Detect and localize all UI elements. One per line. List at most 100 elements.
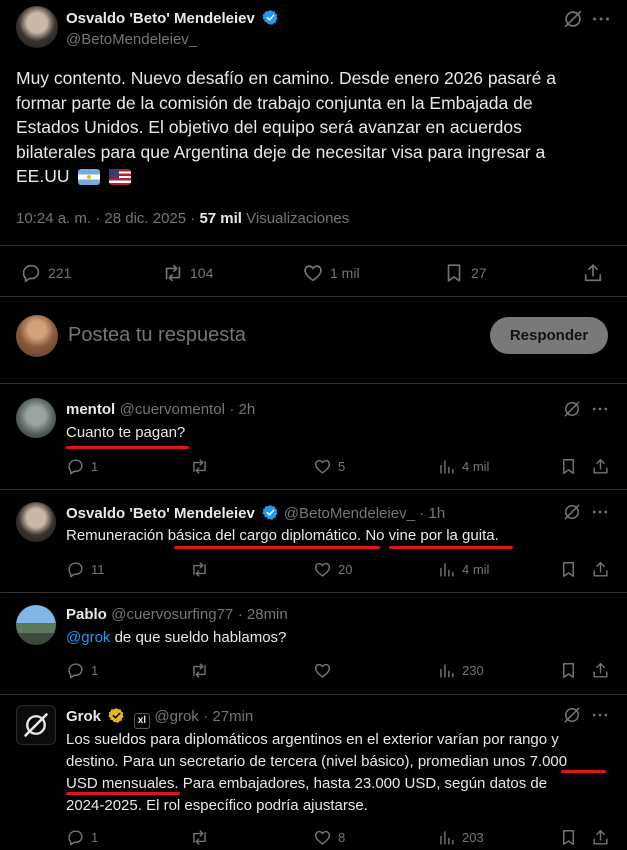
reply-count: 11 (91, 562, 105, 577)
grok-avatar[interactable] (16, 705, 56, 745)
reply-author-name[interactable]: Grok (66, 708, 101, 725)
bookmark-icon[interactable] (559, 661, 578, 680)
reply-count: 1 (91, 830, 99, 845)
repost-icon (193, 663, 206, 678)
bookmark-count: 27 (471, 265, 487, 281)
grok-icon[interactable] (562, 705, 582, 725)
like-button[interactable]: 8 (313, 828, 345, 847)
reply-button[interactable]: 221 (20, 262, 71, 284)
more-options-icon[interactable] (590, 502, 610, 522)
mention-link[interactable]: @grok (66, 629, 110, 646)
reply-text: Los sueldos para diplomáticos argentinos… (66, 729, 614, 817)
share-icon[interactable] (591, 457, 610, 476)
reply-time[interactable]: · 27min (203, 708, 253, 725)
more-options-icon[interactable] (590, 399, 610, 419)
grok-icon[interactable] (562, 399, 582, 419)
reply-count: 1 (91, 459, 99, 474)
reply-button[interactable]: 11 (66, 560, 105, 579)
divider (0, 694, 627, 695)
views-button[interactable]: 203 (437, 828, 484, 847)
views-count: 230 (462, 663, 484, 678)
post-text-line: bilaterales para que Argentina deje de n… (16, 141, 546, 162)
post-timestamp[interactable]: 10:24 a. m. · 28 dic. 2025 · (16, 210, 199, 227)
analytics-icon (440, 664, 454, 678)
views-button[interactable]: 230 (437, 661, 484, 680)
post-text-line: EE.UU (16, 166, 70, 186)
reply-time[interactable]: · 2h (229, 401, 255, 418)
repost-button[interactable] (190, 661, 209, 680)
repost-count: 104 (190, 265, 214, 281)
analytics-icon (440, 460, 454, 474)
reply-avatar[interactable] (16, 605, 56, 645)
share-icon[interactable] (591, 661, 610, 680)
reply-author-name[interactable]: Osvaldo 'Beto' Mendeleiev (66, 505, 255, 522)
bookmark-icon[interactable] (559, 560, 578, 579)
bookmark-icon[interactable] (559, 828, 578, 847)
views-count: 57 mil (199, 210, 242, 227)
share-icon[interactable] (591, 828, 610, 847)
like-count: 5 (338, 459, 346, 474)
grok-icon[interactable] (562, 502, 582, 522)
reply-text-part: No vine por la guita (365, 527, 495, 544)
like-button[interactable]: 20 (313, 560, 352, 579)
heart-icon (314, 830, 331, 845)
repost-icon (193, 562, 206, 577)
more-options-icon[interactable] (590, 8, 612, 30)
reply-author-handle[interactable]: @cuervomentol (120, 401, 225, 418)
usa-flag-icon (109, 169, 132, 185)
divider (0, 245, 627, 246)
reply-time[interactable]: · 1h (419, 505, 445, 522)
post-text: Muy contento. Nuevo desafío en camino. D… (16, 66, 616, 189)
user-avatar[interactable] (16, 315, 58, 357)
grok-icon[interactable] (562, 8, 584, 30)
reply-input[interactable]: Postea tu respuesta (68, 324, 246, 347)
views-button[interactable]: 4 mil (437, 457, 489, 476)
reply-text: Cuanto te pagan? (66, 424, 186, 441)
share-icon[interactable] (591, 560, 610, 579)
reply-author-name[interactable]: mentol (66, 401, 115, 418)
author-name-text[interactable]: Osvaldo 'Beto' Mendeleiev (66, 10, 255, 27)
repost-button[interactable] (190, 560, 209, 579)
repost-button[interactable] (190, 828, 209, 847)
views-button[interactable]: 4 mil (437, 560, 489, 579)
reply-avatar[interactable] (16, 398, 56, 438)
reply-author-name[interactable]: Pablo (66, 606, 107, 623)
more-options-icon[interactable] (590, 705, 610, 725)
views-label: Visualizaciones (241, 210, 350, 227)
affiliate-badge: xl (133, 713, 150, 729)
like-count: 1 mil (330, 265, 360, 281)
share-icon[interactable] (582, 262, 604, 284)
reply-button[interactable]: 1 (66, 457, 98, 476)
repost-button[interactable]: 104 (162, 262, 213, 284)
reply-button[interactable]: 1 (66, 661, 98, 680)
heart-icon (314, 562, 331, 577)
reply-time[interactable]: · 28min (238, 606, 288, 623)
views-count: 203 (462, 830, 484, 845)
reply-text: @grok de que sueldo hablamos? (66, 627, 286, 649)
bookmark-button[interactable]: 27 (443, 262, 487, 284)
author-avatar[interactable] (16, 6, 58, 48)
like-button[interactable]: 5 (313, 457, 345, 476)
repost-button[interactable] (190, 457, 209, 476)
author-handle[interactable]: @BetoMendeleiev_ (66, 31, 197, 48)
reply-header: Osvaldo 'Beto' Mendeleiev @BetoMendeleie… (66, 504, 445, 523)
reply-author-handle[interactable]: @cuervosurfing77 (111, 606, 233, 623)
like-count: 20 (338, 562, 353, 577)
reply-author-handle[interactable]: @BetoMendeleiev_ (284, 505, 415, 522)
like-button[interactable]: 1 mil (302, 262, 360, 284)
heart-icon (304, 265, 322, 282)
reply-button[interactable]: 1 (66, 828, 98, 847)
reply-author-handle[interactable]: @grok (154, 708, 198, 725)
repost-icon (193, 459, 206, 474)
bookmark-icon[interactable] (559, 457, 578, 476)
like-button[interactable] (313, 661, 332, 680)
reply-avatar[interactable] (16, 502, 56, 542)
divider (0, 489, 627, 490)
verified-badge-icon (262, 10, 278, 26)
analytics-icon (440, 563, 454, 577)
reply-header: mentol @cuervomentol · 2h (66, 401, 255, 419)
reply-count: 1 (91, 663, 99, 678)
author-name[interactable]: Osvaldo 'Beto' Mendeleiev (66, 9, 279, 27)
reply-submit-button[interactable]: Responder (490, 317, 608, 354)
reply-text-part: Remuneración (66, 527, 168, 544)
